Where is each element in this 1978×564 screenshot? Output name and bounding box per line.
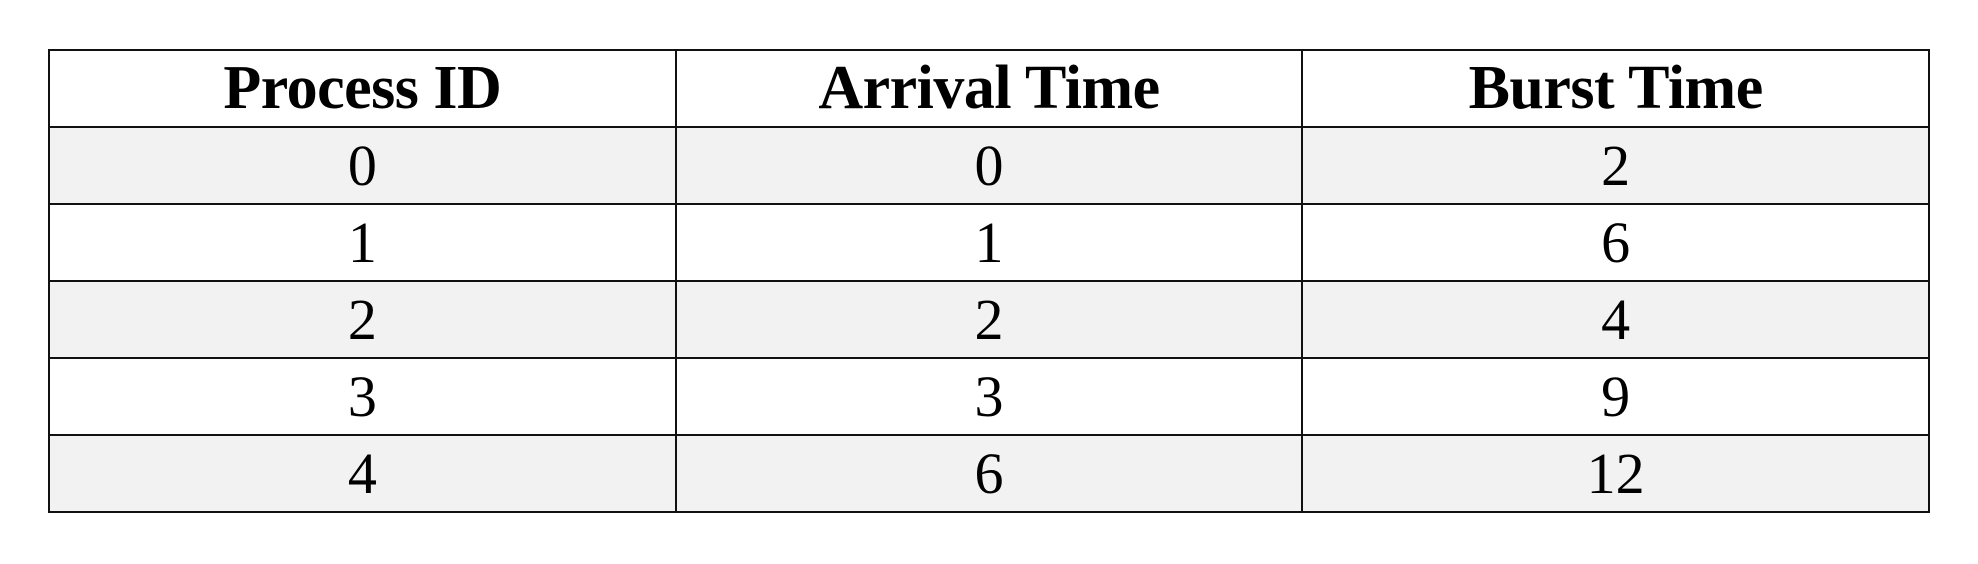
cell-burst-time: 9 <box>1301 357 1930 436</box>
cell-arrival-time: 0 <box>674 126 1304 205</box>
header-row: Process ID Arrival Time Burst Time <box>48 49 1930 128</box>
header-process-id: Process ID <box>48 49 677 128</box>
cell-arrival-time: 6 <box>674 434 1304 513</box>
cell-arrival-time: 2 <box>674 280 1304 359</box>
cell-burst-time: 4 <box>1301 280 1930 359</box>
cell-process-id: 1 <box>48 203 677 282</box>
table-row: 2 2 4 <box>48 280 1930 359</box>
table-row: 3 3 9 <box>48 357 1930 436</box>
cell-process-id: 4 <box>48 434 677 513</box>
cell-arrival-time: 3 <box>674 357 1304 436</box>
table-row: 4 6 12 <box>48 434 1930 513</box>
process-table: Process ID Arrival Time Burst Time 0 0 2… <box>48 49 1930 513</box>
cell-arrival-time: 1 <box>674 203 1304 282</box>
cell-burst-time: 6 <box>1301 203 1930 282</box>
cell-burst-time: 12 <box>1301 434 1930 513</box>
table-row: 1 1 6 <box>48 203 1930 282</box>
table-row: 0 0 2 <box>48 126 1930 205</box>
header-arrival-time: Arrival Time <box>674 49 1304 128</box>
cell-process-id: 0 <box>48 126 677 205</box>
process-table-container: Process ID Arrival Time Burst Time 0 0 2… <box>48 49 1930 513</box>
cell-process-id: 2 <box>48 280 677 359</box>
cell-burst-time: 2 <box>1301 126 1930 205</box>
header-burst-time: Burst Time <box>1301 49 1930 128</box>
cell-process-id: 3 <box>48 357 677 436</box>
